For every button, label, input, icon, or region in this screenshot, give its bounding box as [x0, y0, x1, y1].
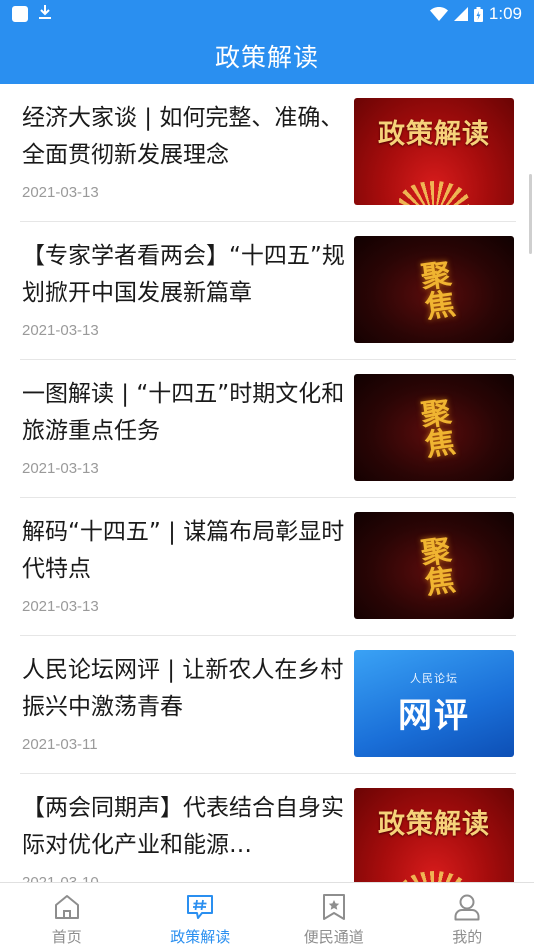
article-date: 2021-03-13 — [22, 460, 99, 477]
article-date: 2021-03-13 — [22, 184, 99, 201]
tab-label: 我的 — [452, 928, 483, 946]
article-date: 2021-03-11 — [22, 736, 98, 753]
thumbnail-text: 网评 — [398, 696, 470, 736]
thumbnail-subtext: 人民论坛 — [410, 672, 458, 685]
tab-profile[interactable]: 我的 — [401, 883, 534, 950]
article-item[interactable]: 经济大家谈 | 如何完整、准确、全面贯彻新发展理念 2021-03-13 政策解… — [20, 84, 516, 222]
article-date: 2021-03-10 — [22, 874, 99, 882]
signal-icon — [453, 7, 468, 21]
thumbnail-text: 聚焦 — [412, 257, 456, 322]
thumbnail-text: 政策解读 — [378, 809, 490, 840]
user-icon — [451, 891, 483, 923]
tab-convenience[interactable]: 便民通道 — [267, 883, 401, 950]
fan-decoration-icon — [399, 871, 469, 882]
article-date: 2021-03-13 — [22, 322, 99, 339]
article-title: 【两会同期声】代表结合自身实际对优化产业和能源… — [22, 795, 344, 858]
article-title: 一图解读 | “十四五”时期文化和旅游重点任务 — [22, 381, 345, 444]
tab-home[interactable]: 首页 — [0, 883, 134, 950]
article-title: 【专家学者看两会】“十四五”规划掀开中国发展新篇章 — [22, 243, 345, 306]
article-thumbnail: 聚焦 — [354, 374, 514, 481]
download-icon — [38, 4, 52, 25]
article-thumbnail: 人民论坛 网评 — [354, 650, 514, 757]
thumbnail-text: 政策解读 — [378, 119, 490, 150]
article-item[interactable]: 一图解读 | “十四五”时期文化和旅游重点任务 2021-03-13 聚焦 — [20, 360, 516, 498]
wifi-icon — [429, 7, 448, 21]
status-time: 1:09 — [488, 4, 522, 23]
tab-label: 首页 — [51, 928, 82, 946]
article-title: 人民论坛网评 | 让新农人在乡村振兴中激荡青春 — [22, 657, 344, 720]
status-bar: 1:09 — [0, 0, 534, 28]
app-bar: 政策解读 — [0, 28, 534, 84]
battery-icon — [473, 6, 483, 22]
page-title: 政策解读 — [214, 43, 319, 72]
scrollbar[interactable] — [529, 174, 532, 254]
bottom-tab-bar: 首页 政策解读 便民通道 我的 — [0, 882, 534, 950]
hashtag-chat-icon — [184, 891, 216, 923]
tab-policy[interactable]: 政策解读 — [134, 883, 268, 950]
article-date: 2021-03-13 — [22, 598, 99, 615]
tab-label: 便民通道 — [303, 928, 364, 946]
article-item[interactable]: 【专家学者看两会】“十四五”规划掀开中国发展新篇章 2021-03-13 聚焦 — [20, 222, 516, 360]
article-item[interactable]: 解码“十四五” | 谋篇布局彰显时代特点 2021-03-13 聚焦 — [20, 498, 516, 636]
home-icon — [51, 891, 83, 923]
article-title: 解码“十四五” | 谋篇布局彰显时代特点 — [22, 519, 345, 582]
article-thumbnail: 政策解读 — [354, 98, 514, 205]
article-thumbnail: 聚焦 — [354, 236, 514, 343]
fan-decoration-icon — [399, 181, 469, 205]
article-item[interactable]: 人民论坛网评 | 让新农人在乡村振兴中激荡青春 2021-03-11 人民论坛 … — [20, 636, 516, 774]
article-list[interactable]: 经济大家谈 | 如何完整、准确、全面贯彻新发展理念 2021-03-13 政策解… — [0, 84, 534, 882]
article-thumbnail: 政策解读 — [354, 788, 514, 882]
app-notification-icon — [12, 6, 28, 22]
thumbnail-text: 聚焦 — [412, 395, 456, 460]
article-item[interactable]: 【两会同期声】代表结合自身实际对优化产业和能源… 2021-03-10 政策解读 — [20, 774, 516, 882]
thumbnail-text: 聚焦 — [412, 533, 456, 598]
tab-label: 政策解读 — [170, 928, 231, 946]
article-title: 经济大家谈 | 如何完整、准确、全面贯彻新发展理念 — [22, 105, 344, 168]
article-thumbnail: 聚焦 — [354, 512, 514, 619]
bookmark-star-icon — [318, 891, 350, 923]
